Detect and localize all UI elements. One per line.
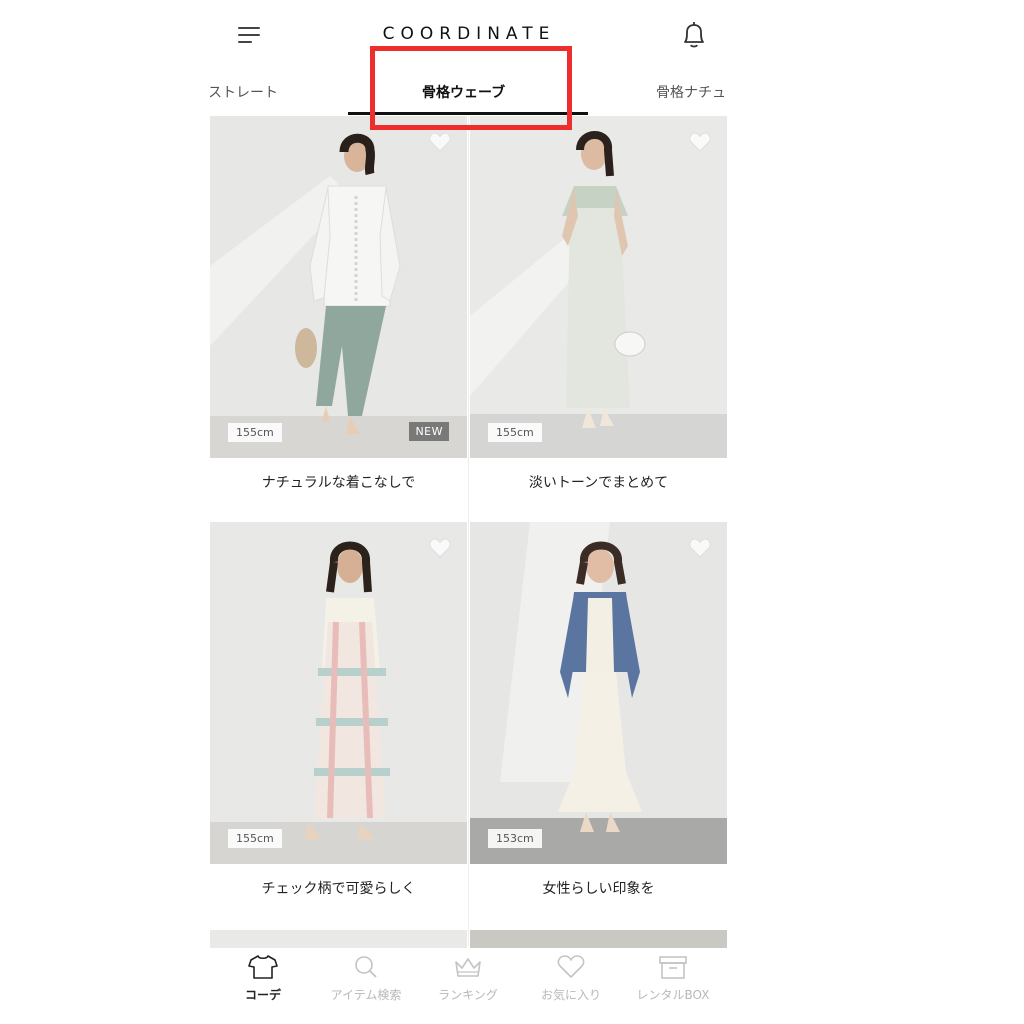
nav-label: レンタルBOX [636,988,710,1002]
nav-rental-box[interactable]: レンタルBOX [623,954,723,1003]
app-logo: COORDINATE [382,24,556,44]
nav-ranking[interactable]: ランキング [418,954,518,1003]
new-badge: NEW [409,422,449,441]
nav-coordinate[interactable]: コーデ [213,954,313,1003]
nav-label: アイテム検索 [330,988,402,1002]
box-icon [659,956,687,979]
coordinate-caption: チェック柄で可愛らしく [261,881,416,897]
bottom-navigation: コーデ アイテム検索 ランキング お気に入り レンタルBOX [210,948,728,1024]
next-card-peek [210,930,467,948]
favorite-heart-icon[interactable] [689,538,711,558]
notification-bell-icon[interactable] [680,20,708,50]
nav-label: お気に入り [540,988,601,1002]
coordinate-caption: 女性らしい印象を [542,881,655,897]
model-height-badge: 153cm [488,829,542,848]
nav-label: ランキング [438,988,498,1002]
model-height-badge: 155cm [228,829,282,848]
model-height-badge: 155cm [488,423,542,442]
nav-item-search[interactable]: アイテム検索 [316,954,416,1003]
favorite-heart-icon[interactable] [429,132,451,152]
coordinate-caption: ナチュラルな着こなしで [261,475,416,491]
nav-label: コーデ [244,988,281,1002]
nav-favorites[interactable]: お気に入り [521,954,621,1003]
app-screen: COORDINATE ストレート 骨格ウェーブ 骨格ナチュ 155cm NEW … [210,0,728,1024]
next-card-peek [470,930,727,948]
coordinate-photo[interactable]: 155cm [470,116,727,458]
tshirt-icon [248,955,278,979]
grid-divider [468,116,469,946]
favorite-heart-icon[interactable] [429,538,451,558]
tab-straight[interactable]: ストレート [210,82,278,102]
favorite-heart-icon[interactable] [689,132,711,152]
coordinate-photo[interactable]: 155cm NEW [210,116,467,458]
crown-icon [455,958,481,977]
model-height-badge: 155cm [228,423,282,442]
coordinate-caption: 淡いトーンでまとめて [528,475,669,491]
tab-natural[interactable]: 骨格ナチュ [656,82,726,102]
tab-highlight-annotation [370,46,572,130]
coordinate-photo[interactable]: 153cm [470,522,727,864]
search-icon [355,956,377,978]
coordinate-photo[interactable]: 155cm [210,522,467,864]
heart-icon [557,955,585,978]
